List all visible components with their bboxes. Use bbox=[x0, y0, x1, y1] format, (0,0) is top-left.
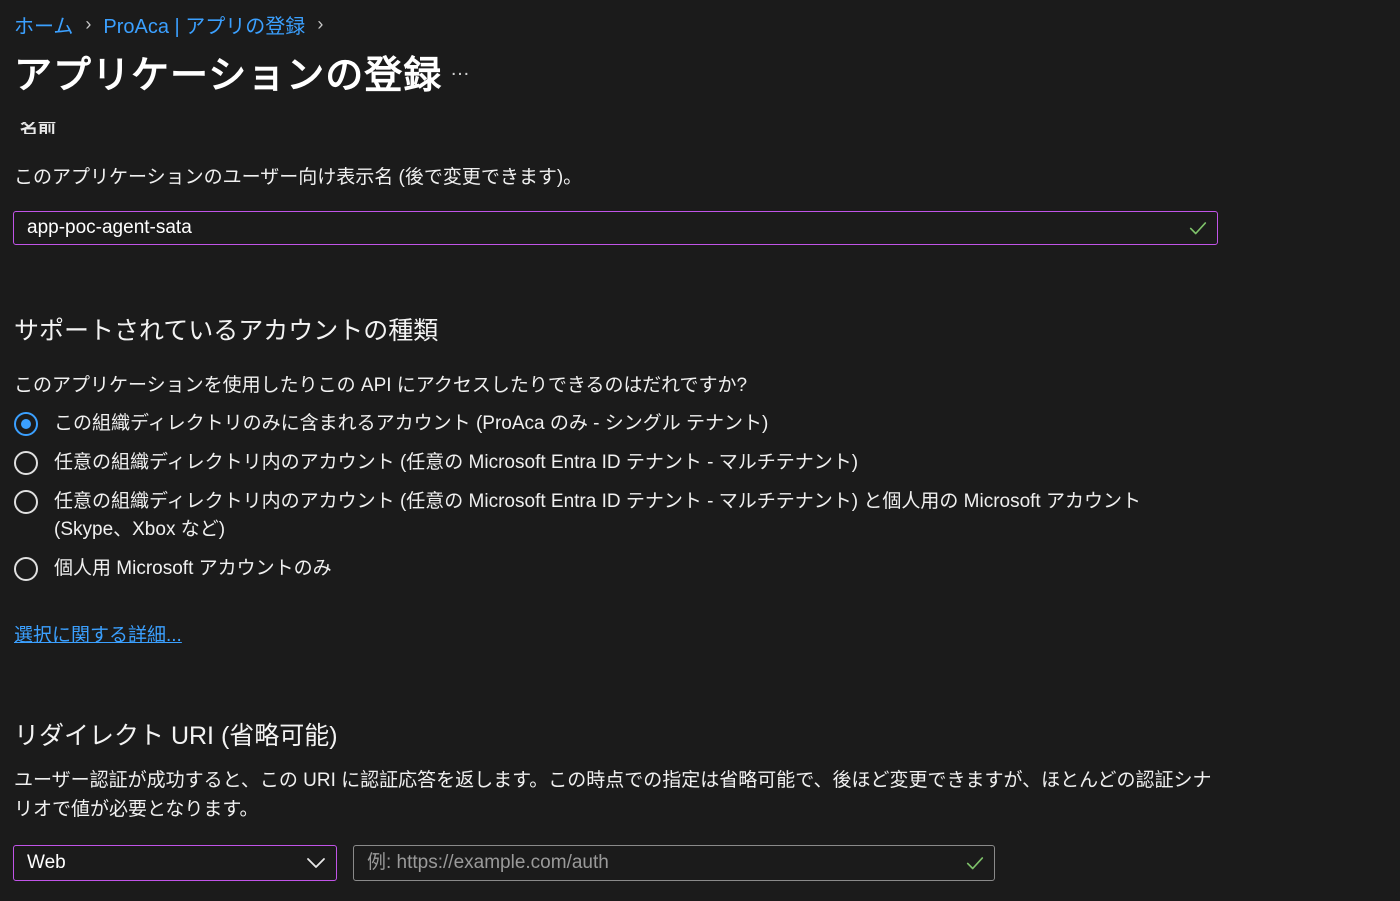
breadcrumb-home-link[interactable]: ホーム bbox=[14, 10, 73, 39]
chevron-right-icon: › bbox=[85, 14, 92, 34]
chevron-down-icon bbox=[307, 858, 325, 868]
redirect-uri-description: ユーザー認証が成功すると、この URI に認証応答を返します。この時点での指定は… bbox=[14, 770, 1212, 820]
redirect-uri-input[interactable] bbox=[353, 845, 995, 881]
platform-select-value: Web bbox=[27, 852, 66, 873]
radio-option-multitenant[interactable]: 任意の組織ディレクトリ内のアカウント (任意の Microsoft Entra … bbox=[14, 451, 858, 477]
redirect-uri-field[interactable] bbox=[354, 851, 964, 875]
help-choosing-link[interactable]: 選択に関する詳細... bbox=[14, 620, 182, 647]
display-name-value[interactable]: app-poc-agent-sata bbox=[14, 217, 1187, 239]
radio-label: 任意の組織ディレクトリ内のアカウント (任意の Microsoft Entra … bbox=[54, 491, 1141, 540]
name-field-label: 名前 bbox=[20, 122, 56, 134]
breadcrumb-app-registrations-link[interactable]: ProAca | アプリの登録 bbox=[103, 10, 305, 39]
account-types-heading: サポートされているアカウントの種類 bbox=[14, 317, 439, 345]
display-name-input[interactable]: app-poc-agent-sata bbox=[13, 211, 1218, 245]
page-title: アプリケーションの登録 bbox=[14, 55, 443, 97]
platform-select[interactable]: Web bbox=[13, 845, 337, 881]
radio-button-checked[interactable] bbox=[14, 412, 38, 436]
radio-button[interactable] bbox=[14, 557, 38, 581]
radio-label: 任意の組織ディレクトリ内のアカウント (任意の Microsoft Entra … bbox=[54, 452, 859, 473]
radio-label: 個人用 Microsoft アカウントのみ bbox=[54, 558, 332, 579]
redirect-uri-heading: リダイレクト URI (省略可能) bbox=[14, 722, 338, 750]
breadcrumb: ホーム › ProAca | アプリの登録 › bbox=[14, 10, 335, 39]
radio-option-personal-only[interactable]: 個人用 Microsoft アカウントのみ bbox=[14, 557, 332, 583]
checkmark-icon bbox=[1189, 222, 1207, 235]
app-registration-page: ホーム › ProAca | アプリの登録 › アプリケーションの登録 … 名前… bbox=[0, 0, 1400, 901]
checkmark-icon bbox=[966, 857, 984, 870]
radio-option-multitenant-personal[interactable]: 任意の組織ディレクトリ内のアカウント (任意の Microsoft Entra … bbox=[14, 490, 1194, 544]
chevron-right-icon: › bbox=[317, 14, 324, 34]
radio-button[interactable] bbox=[14, 490, 38, 514]
radio-option-single-tenant[interactable]: この組織ディレクトリのみに含まれるアカウント (ProAca のみ - シングル… bbox=[14, 412, 768, 438]
radio-label: この組織ディレクトリのみに含まれるアカウント (ProAca のみ - シングル… bbox=[54, 413, 769, 434]
more-icon[interactable]: … bbox=[450, 58, 471, 81]
name-description: このアプリケーションのユーザー向け表示名 (後で変更できます)。 bbox=[14, 167, 583, 188]
radio-button[interactable] bbox=[14, 451, 38, 475]
account-types-question: このアプリケーションを使用したりこの API にアクセスしたりできるのはだれです… bbox=[14, 375, 748, 396]
